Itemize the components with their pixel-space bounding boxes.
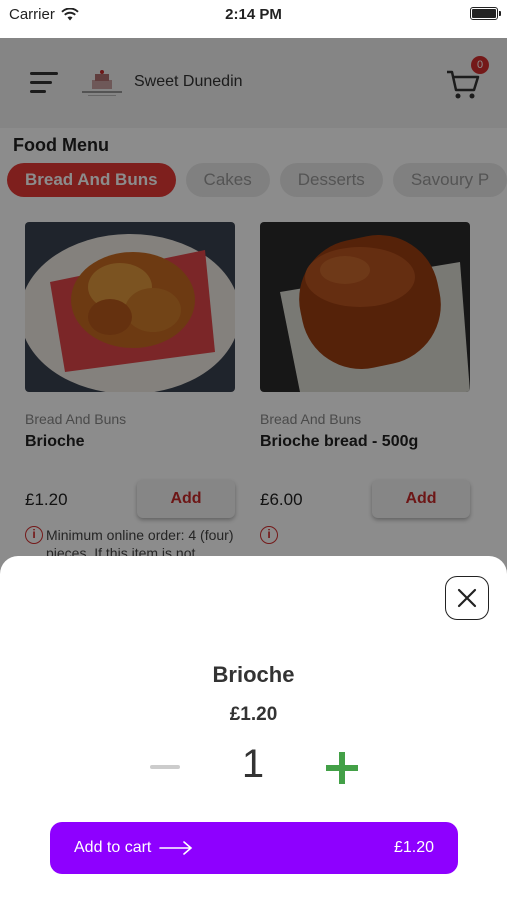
arrow-right-icon bbox=[159, 841, 193, 855]
close-icon bbox=[457, 588, 477, 608]
sheet-product-name: Brioche bbox=[212, 662, 295, 687]
minus-icon[interactable] bbox=[150, 765, 180, 769]
clock: 2:14 PM bbox=[225, 6, 282, 23]
cart-total: £1.20 bbox=[393, 839, 434, 856]
close-button[interactable] bbox=[445, 576, 489, 620]
product-sheet: Brioche £1.20 1 Add to cart £1.20 bbox=[0, 556, 507, 900]
status-bar: Carrier 2:14 PM bbox=[0, 0, 507, 38]
battery-icon bbox=[470, 7, 501, 20]
plus-icon[interactable] bbox=[326, 752, 358, 784]
add-to-cart-label: Add to cart bbox=[74, 839, 152, 856]
sheet-product-price: £1.20 bbox=[229, 704, 278, 725]
quantity-value: 1 bbox=[241, 742, 265, 786]
add-to-cart-button[interactable]: Add to cart £1.20 bbox=[50, 822, 458, 874]
